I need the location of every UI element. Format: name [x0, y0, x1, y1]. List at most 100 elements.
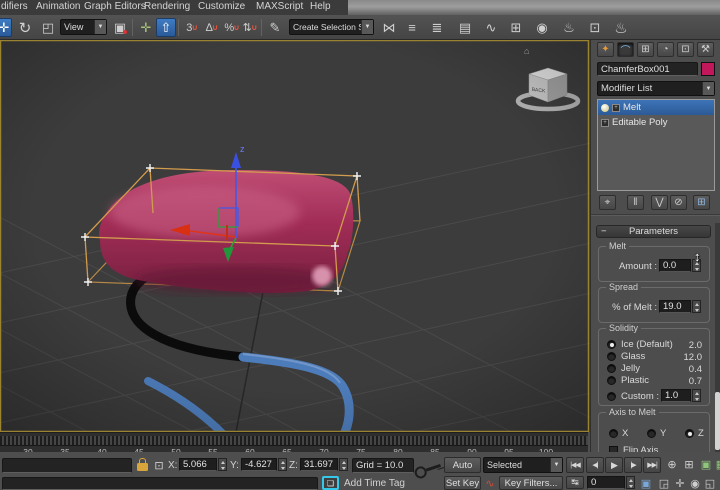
key-filters-button[interactable]: Key Filters... [499, 476, 563, 490]
modifier-box-icon[interactable]: + [612, 104, 620, 112]
radio-axis-y[interactable] [647, 429, 656, 438]
zoom-icon[interactable]: ⊕ [664, 457, 680, 472]
y-coord-field[interactable]: -4.627 [241, 458, 277, 471]
menu-graph-editors[interactable]: Graph Editors [84, 1, 146, 12]
current-frame-field[interactable]: 0 [587, 476, 625, 489]
viewport[interactable]: z BACK ⌂ [0, 40, 590, 432]
tab-modify[interactable]: ⌒ [617, 42, 634, 57]
default-in-out-tangents-icon[interactable]: ∿ [482, 476, 498, 490]
layer-manager-icon[interactable]: ≣ [427, 18, 447, 37]
maximize-viewport-icon[interactable]: ◱ [702, 476, 718, 490]
render-setup-icon[interactable]: ♨ [559, 18, 579, 37]
ref-coord-dropdown[interactable]: View ▼ [60, 19, 107, 35]
absolute-mode-icon[interactable]: ⊡ [151, 458, 167, 473]
keyboard-override-icon[interactable]: ⇧ [156, 18, 176, 37]
set-keys-key-icon[interactable] [413, 458, 444, 480]
goto-start-button[interactable]: |◀◀ [566, 457, 584, 473]
menu-rendering[interactable]: Rendering [144, 1, 190, 12]
select-manipulate-icon[interactable]: ✛ [136, 18, 156, 37]
percent-snap-icon[interactable]: % [223, 18, 241, 37]
key-mode-toggle[interactable]: ↹ [566, 476, 584, 489]
tab-utilities[interactable]: ⚒ [697, 42, 714, 57]
select-move-icon[interactable]: ✛ [0, 18, 12, 37]
configure-modifier-sets-button[interactable]: ⊞ [693, 195, 710, 210]
radio-axis-z[interactable] [685, 429, 694, 438]
menu-maxscript[interactable]: MAXScript [256, 1, 303, 12]
object-color-swatch[interactable] [701, 62, 715, 76]
previous-frame-button[interactable]: ◀| [586, 457, 604, 473]
mirror-icon[interactable]: ⋈ [379, 18, 399, 37]
set-key-button[interactable]: Set Key [444, 476, 481, 490]
material-editor-icon[interactable]: ◉ [532, 18, 552, 37]
radio-axis-x[interactable] [609, 429, 618, 438]
goto-end-button[interactable]: ▶▶| [643, 457, 661, 473]
z-coord-field[interactable]: 31.697 [300, 458, 338, 471]
zoom-extents-icon[interactable]: ▣ [698, 457, 714, 472]
y-spinner[interactable] [278, 458, 287, 471]
zoom-extents-all-icon[interactable]: ▦ [713, 457, 720, 472]
orbit-icon[interactable]: ◉ [687, 476, 703, 490]
chevron-down-icon[interactable]: ▼ [361, 20, 373, 34]
x-coord-field[interactable]: 5.066 [179, 458, 217, 471]
radio-ice[interactable] [607, 340, 616, 349]
custom-field[interactable]: 1.0 [661, 389, 691, 402]
use-pivot-center-icon[interactable]: ▣ [110, 18, 130, 37]
panel-scrollbar[interactable] [715, 223, 720, 452]
menu-help[interactable]: Help [310, 1, 331, 12]
tab-create[interactable]: ✦ [597, 42, 614, 57]
remove-modifier-button[interactable]: ⊘ [670, 195, 687, 210]
schematic-view-icon[interactable]: ⊞ [506, 18, 526, 37]
render-production-icon[interactable]: ♨ [611, 18, 631, 37]
scrollbar-thumb[interactable] [715, 392, 720, 450]
tab-hierarchy[interactable]: ⊞ [637, 42, 654, 57]
isolate-selection-icon[interactable]: ❏ [322, 476, 339, 490]
frame-spinner[interactable] [626, 476, 635, 489]
chevron-down-icon[interactable]: ▼ [94, 20, 106, 34]
zoom-region-icon[interactable]: ◲ [656, 476, 672, 490]
screen-icon[interactable]: ▣ [638, 476, 654, 490]
chevron-down-icon[interactable]: ▼ [550, 458, 562, 472]
make-unique-button[interactable]: ⋁ [651, 195, 668, 210]
menu-modifiers[interactable]: difiers [1, 1, 28, 12]
rendered-frame-window-icon[interactable]: ⊡ [585, 18, 605, 37]
object-name-field[interactable]: ChamferBox001 [597, 62, 698, 76]
stack-item-melt[interactable]: + Melt [598, 100, 714, 115]
spinner-snap-icon[interactable]: ⇅ [242, 18, 258, 37]
radio-plastic[interactable] [607, 376, 616, 385]
play-button[interactable]: ▶ [605, 457, 623, 473]
amount-field[interactable]: 0.0 [659, 259, 691, 272]
chevron-down-icon[interactable]: ▼ [702, 82, 714, 95]
selection-lock-icon[interactable] [137, 463, 148, 471]
radio-glass[interactable] [607, 352, 616, 361]
ribbon-toggle-icon[interactable]: ▤ [455, 18, 475, 37]
pct-of-melt-spinner[interactable] [692, 300, 701, 313]
radio-custom[interactable] [607, 392, 616, 401]
auto-key-button[interactable]: Auto Key [444, 457, 481, 473]
align-icon[interactable]: ≡ [402, 18, 422, 37]
modifier-list-dropdown[interactable]: Modifier List ▼ [597, 81, 715, 96]
z-spinner[interactable] [339, 458, 348, 471]
zoom-all-icon[interactable]: ⊞ [681, 457, 697, 472]
rotate-icon[interactable]: ↻ [15, 18, 35, 37]
angle-snap-icon[interactable]: ∆ [203, 18, 221, 37]
selection-filter-dropdown[interactable]: Selected ▼ [483, 457, 563, 473]
stack-item-editable-poly[interactable]: + Editable Poly [598, 115, 714, 130]
pan-icon[interactable]: ✛ [672, 476, 688, 490]
tab-display[interactable]: ⊡ [677, 42, 694, 57]
radio-jelly[interactable] [607, 364, 616, 373]
custom-spinner[interactable] [692, 389, 701, 402]
create-selection-set-field[interactable]: Create Selection Se ▼ [289, 19, 374, 35]
curve-editor-icon[interactable]: ∿ [481, 18, 501, 37]
add-time-tag[interactable]: Add Time Tag [344, 478, 405, 489]
show-end-result-button[interactable]: ‖ [627, 195, 644, 210]
edit-named-selections-icon[interactable]: ✎ [265, 18, 285, 37]
modifier-box-icon[interactable]: + [601, 119, 609, 127]
tab-motion[interactable]: ◔ [657, 42, 674, 57]
parameters-rollout-header[interactable]: − Parameters [596, 225, 711, 238]
next-frame-button[interactable]: |▶ [624, 457, 642, 473]
modifier-onoff-bulb-icon[interactable] [601, 104, 609, 112]
pct-of-melt-field[interactable]: 19.0 [659, 300, 691, 313]
x-spinner[interactable] [218, 458, 227, 471]
menu-animation[interactable]: Animation [36, 1, 80, 12]
pin-stack-button[interactable]: ⌖ [599, 195, 616, 210]
